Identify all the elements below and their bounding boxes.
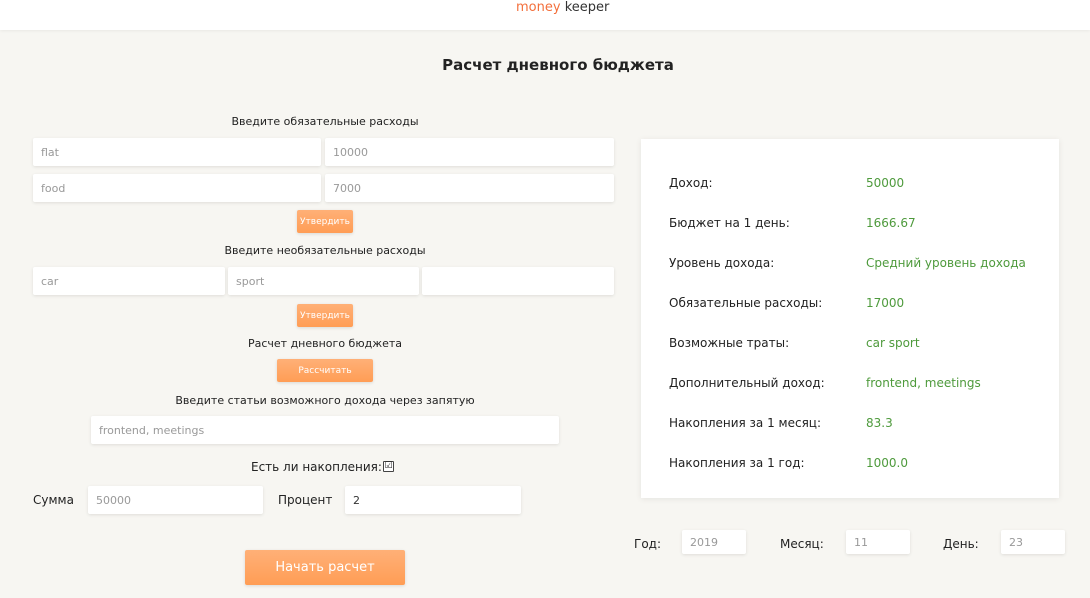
year-input[interactable] xyxy=(682,530,746,554)
day-input[interactable] xyxy=(1001,530,1065,554)
summary-label: Накопления за 1 год: xyxy=(669,456,805,470)
summary-label: Доход: xyxy=(669,176,713,190)
summary-row: Доход: 50000 xyxy=(669,176,904,190)
mandatory-expense-name-2[interactable] xyxy=(33,174,321,202)
summary-row: Бюджет на 1 день: 1666.67 xyxy=(669,216,916,230)
start-calculation-button[interactable]: Начать расчет xyxy=(245,550,405,585)
optional-expenses-label: Введите необязательные расходы xyxy=(224,244,426,257)
mandatory-expense-name-1[interactable] xyxy=(33,138,321,166)
summary-row: Обязательные расходы: 17000 xyxy=(669,296,904,310)
savings-label: Есть ли накопления: xyxy=(251,460,382,474)
summary-label: Бюджет на 1 день: xyxy=(669,216,790,230)
summary-label: Дополнительный доход: xyxy=(669,376,825,390)
mandatory-expense-amount-1[interactable] xyxy=(325,138,614,166)
mandatory-expenses-label: Введите обязательные расходы xyxy=(231,115,419,128)
summary-row: Накопления за 1 месяц: 83.3 xyxy=(669,416,893,430)
year-label: Год: xyxy=(634,537,661,551)
percent-input[interactable] xyxy=(345,486,521,514)
daily-budget-label: Расчет дневного бюджета xyxy=(247,337,403,350)
summary-row: Накопления за 1 год: 1000.0 xyxy=(669,456,908,470)
top-bar: money keeper xyxy=(0,0,1090,30)
percent-label: Процент xyxy=(278,493,333,507)
summary-value: car sport xyxy=(866,336,920,350)
confirm-mandatory-button[interactable]: Утвердить xyxy=(297,210,353,233)
summary-label: Возможные траты: xyxy=(669,336,790,350)
income-sources-label: Введите статьи возможного дохода через з… xyxy=(175,394,475,407)
amount-input[interactable] xyxy=(88,486,263,514)
confirm-optional-button[interactable]: Утвердить xyxy=(297,304,353,327)
summary-value: 50000 xyxy=(866,176,905,190)
income-sources-input[interactable] xyxy=(91,416,559,444)
savings-checkbox[interactable]: ☑ xyxy=(383,461,394,472)
summary-row: Дополнительный доход: frontend, meetings xyxy=(669,376,981,390)
mandatory-expense-amount-2[interactable] xyxy=(325,174,614,202)
optional-expense-3[interactable] xyxy=(422,267,614,295)
optional-expense-2[interactable] xyxy=(228,267,419,295)
summary-value: 1000.0 xyxy=(866,456,908,470)
summary-value: 17000 xyxy=(866,296,905,310)
summary-label: Уровень дохода: xyxy=(669,256,775,270)
summary-value: 1666.67 xyxy=(866,216,916,230)
app-logo[interactable]: money keeper xyxy=(516,0,609,16)
month-input[interactable] xyxy=(846,530,910,554)
summary-row: Уровень дохода: Средний уровень дохода xyxy=(669,256,1026,270)
summary-label: Обязательные расходы: xyxy=(669,296,823,310)
amount-label: Сумма xyxy=(33,493,74,507)
summary-row: Возможные траты: car sport xyxy=(669,336,920,350)
summary-value: Средний уровень дохода xyxy=(866,256,1026,270)
day-label: День: xyxy=(943,537,979,551)
logo-money: money xyxy=(516,0,561,15)
logo-keeper: keeper xyxy=(564,0,610,15)
page-title: Расчет дневного бюджета xyxy=(442,56,674,74)
summary-card: Доход: 50000 Бюджет на 1 день: 1666.67 Уро… xyxy=(641,139,1059,498)
summary-value: frontend, meetings xyxy=(866,376,981,390)
calculate-button[interactable]: Рассчитать xyxy=(277,359,373,382)
summary-label: Накопления за 1 месяц: xyxy=(669,416,822,430)
summary-value: 83.3 xyxy=(866,416,893,430)
optional-expense-1[interactable] xyxy=(33,267,225,295)
month-label: Месяц: xyxy=(780,537,824,551)
